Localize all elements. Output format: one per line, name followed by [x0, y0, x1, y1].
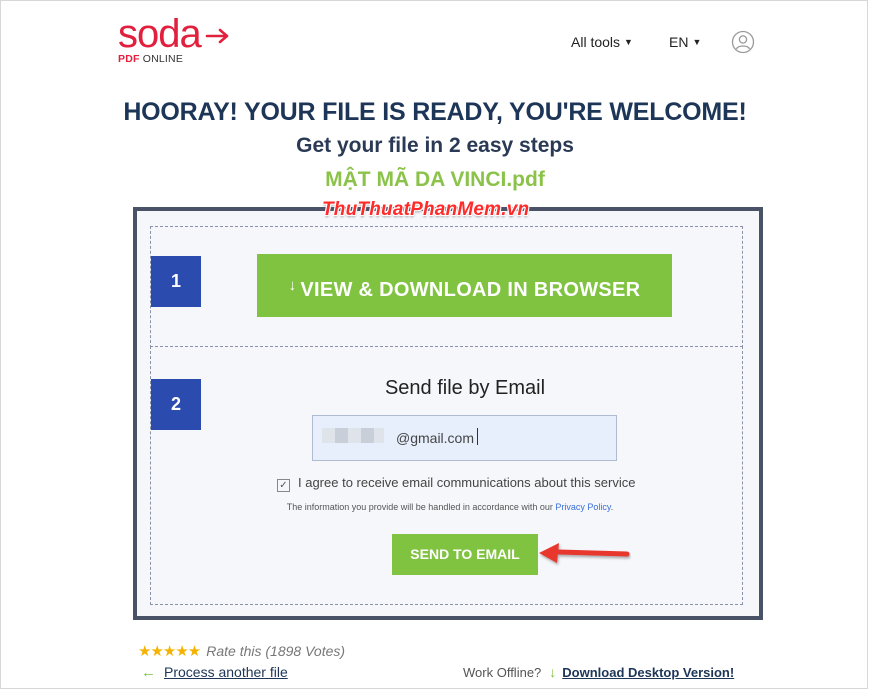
red-pointer-arrow-icon [539, 543, 630, 563]
chevron-down-icon: ▼ [692, 37, 702, 47]
privacy-policy-link[interactable]: Privacy Policy [555, 502, 610, 512]
email-section-title: Send file by Email [384, 377, 546, 399]
step1-number: 1 [151, 256, 201, 307]
page-subtitle: Get your file in 2 easy steps [296, 134, 574, 157]
logo-sub-online: ONLINE [142, 53, 184, 65]
view-download-label: VIEW & DOWNLOAD IN BROWSER [300, 279, 641, 301]
arrow-left-icon: ← [141, 664, 156, 681]
arrow-down-icon: ↓ [549, 664, 557, 680]
legal-notice: The information you provide will be hand… [0, 502, 870, 512]
work-offline-row: Work Offline? ↓ Download Desktop Version! [463, 664, 734, 680]
language-label: EN [669, 34, 689, 50]
logo-sub-pdf: PDF [118, 53, 140, 65]
agree-checkbox-row[interactable]: ✓ I agree to receive email communications… [277, 475, 635, 492]
page-title: HOORAY! YOUR FILE IS READY, YOU'RE WELCO… [123, 98, 747, 126]
agree-label: I agree to receive email communications … [298, 475, 636, 490]
star-rating-icon[interactable]: ★★★★★ [138, 643, 201, 660]
download-desktop-link[interactable]: Download Desktop Version! [562, 665, 734, 680]
view-download-button[interactable]: ↓ VIEW & DOWNLOAD IN BROWSER [257, 254, 672, 317]
email-input-value: @gmail.com [396, 430, 475, 446]
email-redacted-blur [322, 428, 384, 443]
all-tools-label: All tools [571, 34, 621, 50]
logo-word: soda [118, 12, 202, 56]
text-cursor [477, 428, 478, 445]
language-selector[interactable]: EN ▼ [669, 34, 701, 50]
file-name: MẬT MÃ DA VINCI.pdf [325, 168, 545, 191]
user-circle-icon[interactable] [731, 30, 755, 54]
logo-arrow-icon [205, 28, 229, 44]
watermark: ThuThuatPhanMem.vn [322, 199, 530, 220]
process-another-link[interactable]: Process another file [164, 664, 288, 680]
soda-pdf-logo[interactable]: soda PDF ONLINE [118, 12, 229, 65]
rate-text: Rate this (1898 Votes) [206, 643, 346, 659]
checkbox-checked-icon[interactable]: ✓ [277, 479, 290, 492]
process-another-row[interactable]: ← Process another file [141, 664, 288, 681]
download-arrow-icon: ↓ [288, 277, 297, 294]
legal-text: The information you provide will be hand… [286, 502, 556, 512]
all-tools-menu[interactable]: All tools ▼ [571, 34, 633, 50]
chevron-down-icon: ▼ [624, 37, 633, 47]
legal-end: . [610, 502, 614, 512]
rating-row[interactable]: ★★★★★ Rate this (1898 Votes) [138, 642, 345, 660]
work-offline-label: Work Offline? [463, 665, 542, 680]
send-to-email-button[interactable]: SEND TO EMAIL [392, 534, 538, 575]
